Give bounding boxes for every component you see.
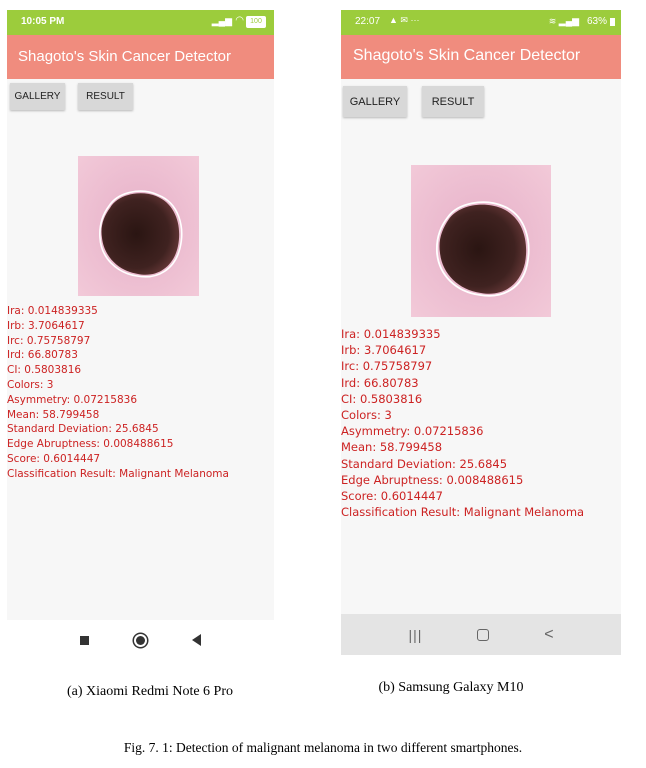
recents-icon[interactable]: |||	[408, 627, 422, 643]
result-irc: Irc: 0.75758797	[341, 359, 433, 374]
home-icon[interactable]	[477, 628, 490, 641]
result-std-dev: Standard Deviation: 25.6845	[341, 456, 508, 471]
result-asymmetry: Asymmetry: 0.07215836	[341, 424, 484, 439]
result-colors: Colors: 3	[341, 408, 392, 423]
app-title: Shagoto's Skin Cancer Detector	[353, 47, 581, 64]
gallery-button-label: GALLERY	[14, 91, 61, 102]
battery-level: 100	[250, 18, 262, 25]
back-chevron-icon[interactable]: <	[544, 626, 553, 644]
status-bar: 22:07 ▲ ✉ ··· ≋ ▂▄▆ 63%	[341, 10, 621, 35]
app-title: Shagoto's Skin Cancer Detector	[18, 48, 231, 65]
results-list: Ira: 0.014839335 Irb: 3.7064617 Irc: 0.7…	[341, 326, 584, 520]
battery-icon	[610, 18, 615, 26]
result-button[interactable]: RESULT	[78, 83, 133, 110]
phone-a-screen: 10:05 PM ▂▄▆ ◠ 100 Shagoto's Skin Cancer…	[7, 10, 274, 660]
phone-b-screen: 22:07 ▲ ✉ ··· ≋ ▂▄▆ 63% Shagoto's Skin C…	[341, 10, 621, 655]
result-edge-abruptness: Edge Abruptness: 0.008488615	[341, 472, 524, 487]
result-classification: Classification Result: Malignant Melanom…	[7, 467, 229, 480]
notification-icons: ▲ ✉ ···	[389, 15, 420, 25]
wifi-icon: ◠	[235, 15, 244, 26]
result-ird: Ird: 66.80783	[7, 349, 78, 362]
result-asymmetry: Asymmetry: 0.07215836	[7, 393, 138, 406]
signal-icon: ▂▄▆	[211, 16, 232, 26]
signal-icon: ≋ ▂▄▆	[548, 16, 579, 26]
result-irb: Irb: 3.7064617	[341, 343, 427, 358]
square-icon[interactable]	[80, 635, 90, 645]
result-ci: CI: 0.5803816	[7, 364, 82, 377]
figure-caption: Fig. 7. 1: Detection of malignant melano…	[123, 740, 523, 755]
result-ird: Ird: 66.80783	[341, 375, 419, 390]
nav-bar	[7, 620, 274, 660]
result-button-label: RESULT	[86, 91, 125, 102]
battery-percent: 63%	[586, 16, 607, 27]
gallery-button-label: GALLERY	[349, 95, 401, 108]
lesion-image	[411, 165, 551, 317]
result-ira: Ira: 0.014839335	[341, 327, 441, 341]
circle-icon[interactable]	[135, 635, 145, 645]
lesion-image	[78, 156, 199, 296]
result-button[interactable]: RESULT	[422, 86, 484, 117]
result-std-dev: Standard Deviation: 25.6845	[7, 423, 159, 436]
result-irb: Irb: 3.7064617	[7, 319, 85, 332]
result-classification: Classification Result: Malignant Melanom…	[341, 505, 585, 520]
gallery-button[interactable]: GALLERY	[343, 86, 407, 117]
result-mean: Mean: 58.799458	[341, 440, 443, 455]
result-ira: Ira: 0.014839335	[7, 305, 98, 317]
app-bar: Shagoto's Skin Cancer Detector	[7, 35, 274, 79]
result-ci: CI: 0.5803816	[341, 391, 423, 406]
status-time: 10:05 PM	[21, 16, 65, 27]
status-bar: 10:05 PM ▂▄▆ ◠ 100	[7, 10, 274, 35]
status-time: 22:07	[355, 16, 381, 27]
result-edge-abruptness: Edge Abruptness: 0.008488615	[7, 438, 174, 451]
caption-a: (a) Xiaomi Redmi Note 6 Pro	[66, 684, 234, 699]
battery-icon: 100	[246, 16, 266, 28]
app-bar: Shagoto's Skin Cancer Detector	[341, 35, 621, 79]
gallery-button[interactable]: GALLERY	[10, 83, 65, 110]
result-button-label: RESULT	[431, 95, 475, 108]
nav-bar: ||| <	[341, 614, 621, 655]
result-colors: Colors: 3	[7, 378, 54, 391]
result-score: Score: 0.6014447	[341, 489, 443, 504]
caption-b: (b) Samsung Galaxy M10	[378, 680, 524, 695]
result-mean: Mean: 58.799458	[7, 408, 100, 421]
result-irc: Irc: 0.75758797	[7, 334, 91, 347]
triangle-back-icon[interactable]	[191, 634, 201, 646]
result-score: Score: 0.6014447	[7, 452, 101, 465]
results-list: Ira: 0.014839335 Irb: 3.7064617 Irc: 0.7…	[7, 304, 229, 482]
